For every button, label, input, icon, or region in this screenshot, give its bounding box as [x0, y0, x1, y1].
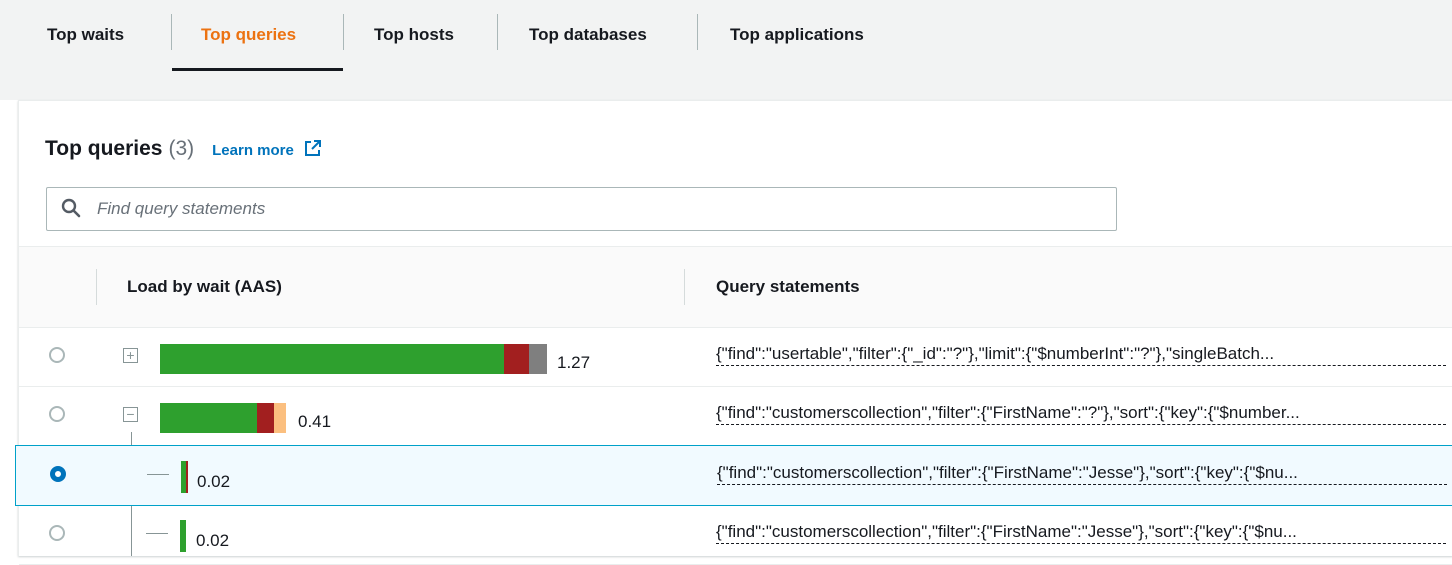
row-radio-selected[interactable]: [50, 466, 66, 482]
table-row[interactable]: + 1.27 {"find":"usertable","filter":{"_i…: [19, 327, 1452, 387]
bar-segment-cpu: [160, 344, 504, 374]
load-bar: [160, 344, 547, 374]
row-radio[interactable]: [49, 347, 65, 363]
tab-divider: [171, 14, 172, 50]
collapse-icon[interactable]: −: [123, 407, 138, 422]
load-value: 0.02: [197, 472, 231, 491]
tab-top-databases[interactable]: Top databases: [529, 0, 647, 70]
row-radio[interactable]: [49, 406, 65, 422]
bar-segment-wait: [529, 344, 547, 374]
table-header: Load by wait (AAS) Query statements: [19, 246, 1452, 328]
search-input[interactable]: [95, 196, 1099, 222]
active-tab-indicator: [172, 68, 343, 71]
tab-divider: [497, 14, 498, 50]
query-statement-link[interactable]: {"find":"customerscollection","filter":{…: [716, 522, 1446, 544]
bar-segment-wait: [257, 403, 274, 433]
bar-segment-wait: [274, 403, 286, 433]
load-bar: [180, 520, 186, 552]
load-value: 0.02: [196, 531, 230, 550]
bar-segment-cpu: [180, 520, 186, 552]
search-field[interactable]: [46, 187, 1117, 231]
bar-segment-wait: [504, 344, 529, 374]
tree-branch: [146, 533, 168, 534]
panel-title: Top queries: [45, 137, 163, 160]
tab-divider: [343, 14, 344, 50]
tab-top-waits[interactable]: Top waits: [47, 0, 124, 70]
bar-segment-cpu: [160, 403, 257, 433]
tab-divider: [697, 14, 698, 50]
bar-segment-wait: [186, 461, 188, 493]
load-value: 0.41: [298, 412, 332, 431]
query-statement-link[interactable]: {"find":"customerscollection","filter":{…: [717, 463, 1447, 485]
search-icon: [61, 198, 81, 218]
load-bar: [160, 403, 286, 433]
learn-more-link[interactable]: Learn more: [212, 140, 322, 159]
column-header-query[interactable]: Query statements: [716, 247, 860, 327]
expand-icon[interactable]: +: [123, 348, 138, 363]
tab-top-applications[interactable]: Top applications: [730, 0, 864, 70]
query-statement-link[interactable]: {"find":"customerscollection","filter":{…: [716, 403, 1446, 425]
load-bar: [181, 461, 188, 493]
query-count: (3): [168, 137, 195, 160]
query-statement-link[interactable]: {"find":"usertable","filter":{"_id":"?"}…: [716, 344, 1446, 366]
row-radio[interactable]: [49, 525, 65, 541]
tab-top-hosts[interactable]: Top hosts: [374, 0, 454, 70]
panel-header: Top queries (3) Learn more: [45, 137, 322, 161]
table-row[interactable]: − 0.41 {"find":"customerscollection","fi…: [19, 386, 1452, 446]
column-divider: [96, 269, 97, 305]
tab-top-queries[interactable]: Top queries: [201, 0, 296, 70]
column-header-load[interactable]: Load by wait (AAS): [127, 247, 282, 327]
top-queries-panel: Top queries (3) Learn more Load by wait …: [15, 100, 1452, 565]
table-row[interactable]: 0.02 {"find":"customerscollection","filt…: [15, 445, 1452, 506]
external-link-icon: [305, 140, 322, 156]
tab-bar: Top waits Top queries Top hosts Top data…: [0, 0, 1452, 73]
learn-more-label: Learn more: [212, 142, 294, 159]
tree-branch: [147, 474, 169, 475]
content-background: [0, 72, 1452, 100]
table-row[interactable]: 0.02 {"find":"customerscollection","filt…: [19, 505, 1452, 565]
column-divider: [684, 269, 685, 305]
load-value: 1.27: [557, 353, 591, 372]
